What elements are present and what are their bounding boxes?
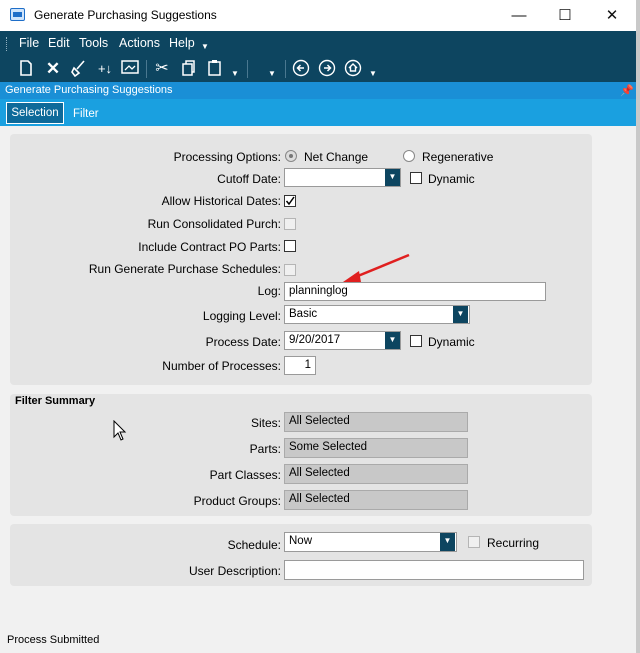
toolbar-more-icon[interactable]: ▼ <box>369 69 377 78</box>
log-input[interactable]: planninglog <box>284 282 546 301</box>
copy-icon[interactable] <box>179 59 199 79</box>
recurring-label: Recurring <box>487 536 540 550</box>
menu-help[interactable]: Help <box>169 36 195 50</box>
menu-grip <box>6 37 10 51</box>
net-change-label: Net Change <box>304 150 369 164</box>
run-consolidated-checkbox[interactable] <box>284 218 296 230</box>
logging-level-label: Logging Level: <box>202 309 281 323</box>
sites-label: Sites: <box>250 416 281 430</box>
process-date-label: Process Date: <box>205 335 281 349</box>
allow-historical-checkbox[interactable] <box>284 195 296 207</box>
include-contract-checkbox[interactable] <box>284 240 296 252</box>
tab-filter[interactable]: Filter <box>73 108 99 120</box>
paste-dropdown-icon[interactable]: ▼ <box>231 69 239 78</box>
delete-icon[interactable]: ✕ <box>43 59 63 79</box>
menu-file[interactable]: File <box>19 36 39 50</box>
schedule-select[interactable]: Now <box>284 532 457 552</box>
window-title: Generate Purchasing Suggestions <box>34 8 217 22</box>
mouse-cursor-icon <box>113 420 127 441</box>
num-processes-label: Number of Processes: <box>162 359 281 373</box>
regenerative-label: Regenerative <box>422 150 494 164</box>
form-header: Generate Purchasing Suggestions <box>0 82 636 99</box>
paste-icon[interactable] <box>205 59 225 79</box>
background-window-edge <box>636 0 640 653</box>
processing-options-label: Processing Options: <box>173 150 281 164</box>
filter-summary-title: Filter Summary <box>15 395 96 407</box>
status-text: Process Submitted <box>7 634 100 646</box>
logging-level-select[interactable]: Basic <box>284 305 470 324</box>
attach-icon[interactable]: +↓ <box>95 59 115 79</box>
net-change-radio[interactable] <box>285 150 297 162</box>
log-label: Log: <box>257 284 281 298</box>
run-schedules-label: Run Generate Purchase Schedules: <box>88 262 281 276</box>
form-header-title: Generate Purchasing Suggestions <box>5 84 173 96</box>
forward-icon[interactable] <box>317 59 337 79</box>
schedule-dropdown-icon[interactable]: ▼ <box>440 533 455 551</box>
process-dynamic-label: Dynamic <box>428 335 475 349</box>
include-contract-label: Include Contract PO Parts: <box>138 240 281 254</box>
process-date-input[interactable]: 9/20/2017 <box>284 331 401 350</box>
run-consolidated-label: Run Consolidated Purch: <box>147 217 281 231</box>
preview-icon[interactable] <box>120 59 140 79</box>
tab-selection[interactable]: Selection <box>6 102 64 124</box>
product-groups-value: All Selected <box>284 490 468 510</box>
user-description-input[interactable] <box>284 560 584 580</box>
cut-icon[interactable]: ✂ <box>152 59 172 79</box>
num-processes-input[interactable]: 1 <box>284 356 316 375</box>
toolbar-overflow-icon[interactable]: ▼ <box>268 69 276 78</box>
cutoff-date-input[interactable] <box>284 168 401 187</box>
toolbar-separator <box>285 60 286 78</box>
cutoff-date-dropdown-icon[interactable]: ▼ <box>385 169 400 186</box>
recurring-checkbox[interactable] <box>468 536 480 548</box>
cutoff-date-label: Cutoff Date: <box>217 172 281 186</box>
regenerative-radio[interactable] <box>403 150 415 162</box>
app-icon <box>10 8 25 21</box>
new-icon[interactable] <box>16 59 36 79</box>
user-description-label: User Description: <box>188 564 281 578</box>
allow-historical-label: Allow Historical Dates: <box>161 194 281 208</box>
close-button[interactable]: ✕ <box>589 0 635 31</box>
logging-level-dropdown-icon[interactable]: ▼ <box>453 306 468 323</box>
part-classes-label: Part Classes: <box>209 468 281 482</box>
product-groups-label: Product Groups: <box>193 494 281 508</box>
parts-value: Some Selected <box>284 438 468 458</box>
back-icon[interactable] <box>291 59 311 79</box>
clear-icon[interactable] <box>69 59 89 79</box>
schedule-label: Schedule: <box>227 538 281 552</box>
run-schedules-checkbox[interactable] <box>284 264 296 276</box>
sites-value: All Selected <box>284 412 468 432</box>
menu-tools[interactable]: Tools <box>79 36 108 50</box>
process-dynamic-checkbox[interactable] <box>410 335 422 347</box>
menu-overflow-icon[interactable]: ▼ <box>201 42 209 51</box>
part-classes-value: All Selected <box>284 464 468 484</box>
maximize-button[interactable]: ☐ <box>542 0 588 31</box>
toolbar-separator <box>146 60 147 78</box>
process-date-dropdown-icon[interactable]: ▼ <box>385 332 400 349</box>
cutoff-dynamic-label: Dynamic <box>428 172 475 186</box>
menu-actions[interactable]: Actions <box>119 36 160 50</box>
minimize-button[interactable]: — <box>496 0 542 31</box>
home-icon[interactable] <box>343 59 363 79</box>
cutoff-dynamic-checkbox[interactable] <box>410 172 422 184</box>
pin-icon[interactable]: 📌 <box>620 84 634 97</box>
menu-edit[interactable]: Edit <box>48 36 70 50</box>
toolbar-separator <box>247 60 248 78</box>
annotation-arrow <box>343 253 410 282</box>
parts-label: Parts: <box>249 442 281 456</box>
